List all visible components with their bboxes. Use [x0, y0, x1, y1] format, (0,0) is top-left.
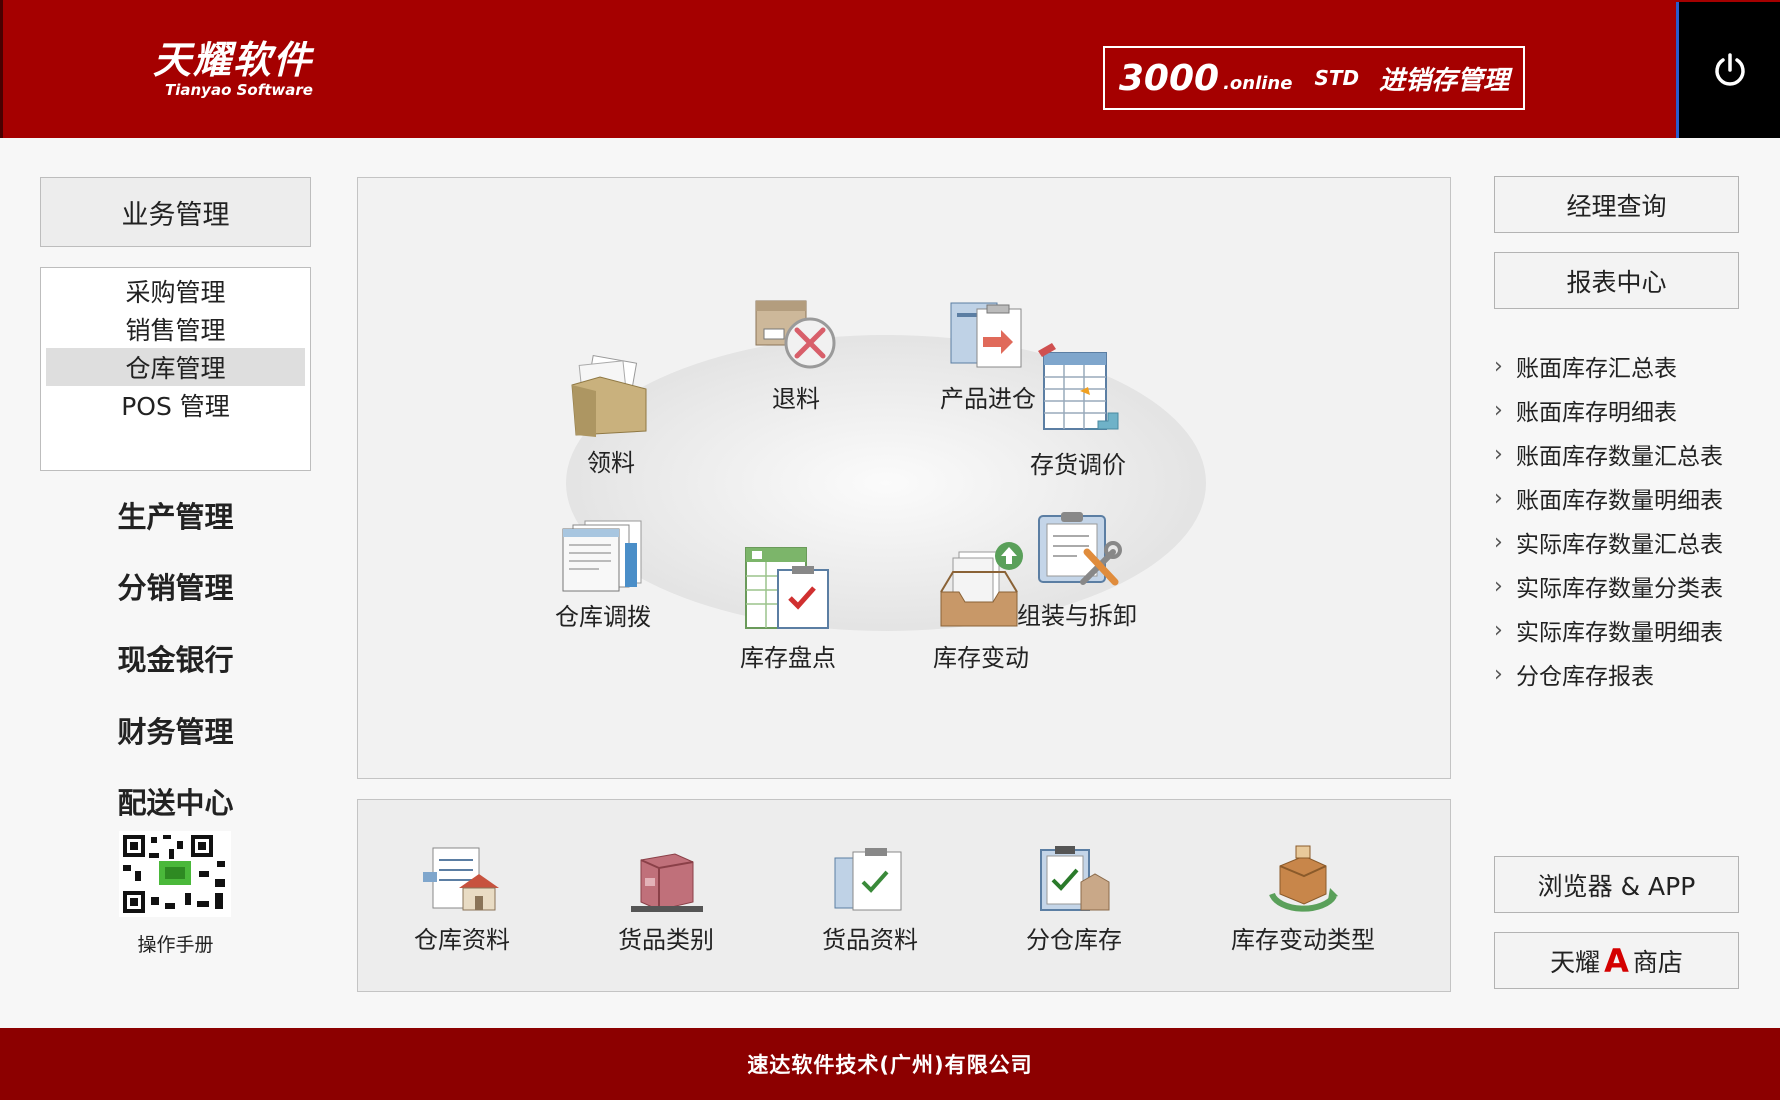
shop-label-suffix: 商店 [1632, 947, 1683, 977]
module-label: 领料 [587, 449, 635, 477]
transfer-docs-icon [562, 520, 642, 592]
goods-doc-icon [834, 848, 902, 911]
module-label: 库存盘点 [740, 644, 836, 672]
module-warehouse-transfer[interactable]: 仓库调拨 [528, 513, 678, 632]
company-logo: 天耀软件 Tianyao Software [153, 38, 313, 98]
report-link[interactable]: › 账面库存明细表 [1494, 388, 1774, 432]
chevron-right-icon: › [1494, 397, 1503, 423]
product-name: 进销存管理 [1379, 65, 1510, 96]
submenu-item-warehouse[interactable]: 仓库管理 [46, 348, 305, 386]
report-list: › 账面库存汇总表 › 账面库存明细表 › 账面库存数量汇总表 › 账面库存数量明细表 … [1494, 344, 1774, 696]
branch-stock-icon [1040, 846, 1110, 911]
module-label: 仓库调拨 [555, 603, 651, 631]
spreadsheet-price-icon [1038, 343, 1119, 430]
module-label: 货品资料 [822, 926, 918, 954]
module-stock-count[interactable]: 库存盘点 [713, 538, 863, 673]
business-submenu: 采购管理 销售管理 仓库管理 POS 管理 [40, 267, 311, 471]
report-center-button[interactable]: 报表中心 [1494, 252, 1739, 309]
folder-icon [571, 355, 647, 437]
return-box-icon [755, 300, 836, 369]
nav-item-delivery-center[interactable]: 配送中心 [40, 776, 311, 826]
inventory-check-icon [745, 547, 829, 629]
nav-item-cash-bank[interactable]: 现金银行 [40, 633, 311, 683]
report-link[interactable]: › 账面库存数量汇总表 [1494, 432, 1774, 476]
chevron-right-icon: › [1494, 617, 1503, 643]
shop-label-prefix: 天耀 [1550, 947, 1601, 977]
business-management-button[interactable]: 业务管理 [40, 177, 311, 247]
module-stock-change[interactable]: 库存变动 [906, 538, 1056, 673]
module-label: 退料 [772, 385, 820, 413]
footer-bar: 速达软件技术(广州)有限公司 [0, 1028, 1780, 1100]
nav-item-distribution[interactable]: 分销管理 [40, 561, 311, 611]
report-link[interactable]: › 实际库存数量汇总表 [1494, 520, 1774, 564]
report-link[interactable]: › 分仓库存报表 [1494, 652, 1774, 696]
report-link[interactable]: › 实际库存数量明细表 [1494, 608, 1774, 652]
nav-item-finance[interactable]: 财务管理 [40, 705, 311, 755]
warehouse-flow-panel: 退料 产品进仓 领料 存货调价 仓库调拨 组装与拆卸 库存盘点 库存变动 [357, 177, 1451, 779]
submenu-item-sales[interactable]: 销售管理 [46, 310, 305, 348]
module-goods-category[interactable]: 货品类别 [581, 844, 751, 955]
module-label: 库存变动类型 [1231, 926, 1375, 954]
module-label: 库存变动 [933, 644, 1029, 672]
product-online: .online [1223, 72, 1293, 94]
product-edition: STD [1314, 66, 1360, 90]
module-return-material[interactable]: 退料 [721, 295, 871, 414]
chevron-right-icon: › [1494, 573, 1503, 599]
manual-link[interactable]: 操作手册 [40, 930, 311, 957]
module-warehouse-info[interactable]: 仓库资料 [377, 844, 547, 955]
chevron-right-icon: › [1494, 353, 1503, 379]
stock-change-type-icon [1269, 845, 1338, 912]
module-price-adjust[interactable]: 存货调价 [1003, 341, 1153, 480]
module-pick-material[interactable]: 领料 [536, 355, 686, 478]
shop-a-logo: A [1604, 941, 1629, 980]
chevron-right-icon: › [1494, 441, 1503, 467]
module-label: 货品类别 [618, 926, 714, 954]
submenu-item-purchase[interactable]: 采购管理 [46, 272, 305, 310]
module-branch-stock[interactable]: 分仓库存 [989, 844, 1159, 955]
module-goods-info[interactable]: 货品资料 [785, 844, 955, 955]
report-link[interactable]: › 账面库存数量明细表 [1494, 476, 1774, 520]
module-label: 分仓库存 [1026, 926, 1122, 954]
module-stock-change-type[interactable]: 库存变动类型 [1218, 844, 1388, 955]
warehouse-doc-icon [423, 847, 499, 911]
inbox-upload-icon [940, 542, 1023, 627]
nav-item-production[interactable]: 生产管理 [40, 490, 311, 540]
module-label: 存货调价 [1030, 451, 1126, 479]
report-link[interactable]: › 实际库存数量分类表 [1494, 564, 1774, 608]
manager-query-button[interactable]: 经理查询 [1494, 176, 1739, 233]
chevron-right-icon: › [1494, 529, 1503, 555]
base-data-panel: 仓库资料 货品类别 货品资料 分仓库存 库存变动类型 [357, 799, 1451, 992]
header-bar: 天耀软件 Tianyao Software 3000 .online STD 进… [0, 0, 1780, 138]
module-label: 仓库资料 [414, 926, 510, 954]
chevron-right-icon: › [1494, 661, 1503, 687]
power-icon [1714, 53, 1745, 86]
tianyao-a-shop-button[interactable]: 天耀 A 商店 [1494, 932, 1739, 989]
power-button[interactable] [1676, 2, 1780, 138]
logo-english-text: Tianyao Software [165, 81, 313, 99]
product-title-box: 3000 .online STD 进销存管理 [1103, 46, 1525, 110]
product-number: 3000 [1118, 57, 1220, 99]
goods-box-icon [631, 853, 703, 912]
qr-code-icon[interactable] [119, 831, 231, 917]
submenu-item-pos[interactable]: POS 管理 [46, 386, 305, 424]
company-name: 速达软件技术(广州)有限公司 [747, 1053, 1033, 1077]
browser-app-button[interactable]: 浏览器 & APP [1494, 856, 1739, 913]
report-link[interactable]: › 账面库存汇总表 [1494, 344, 1774, 388]
logo-chinese-text: 天耀软件 [153, 38, 314, 82]
chevron-right-icon: › [1494, 485, 1503, 511]
